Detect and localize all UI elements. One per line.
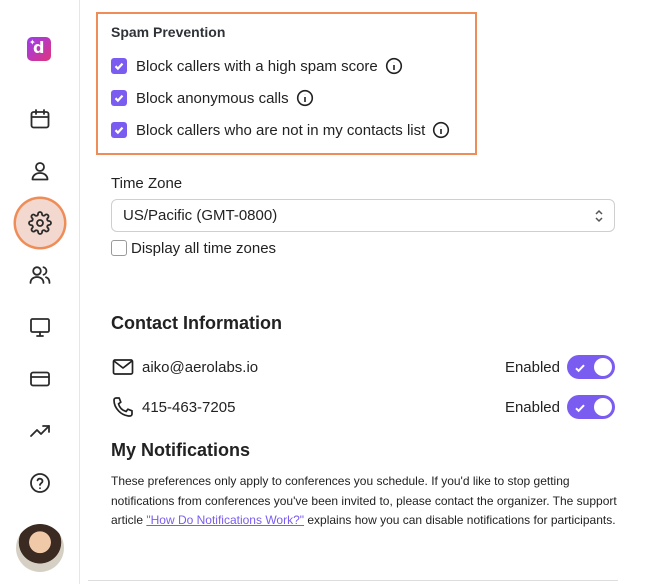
checkbox-checked[interactable] [111,122,127,138]
support-article-link[interactable]: "How Do Notifications Work?" [146,513,304,527]
mail-icon [111,355,135,379]
monitor-icon [30,318,50,337]
time-zone-select[interactable]: US/Pacific (GMT-0800) [111,199,615,232]
content-divider [88,580,618,584]
nav-profile[interactable] [16,147,64,195]
user-icon [31,162,49,181]
nav-settings[interactable] [16,199,64,247]
my-notifications-title: My Notifications [111,440,251,460]
contact-phone: 415-463-7205 [142,398,236,416]
notifications-description: These preferences only apply to conferen… [111,474,617,527]
sidebar: ✦ d [0,0,80,584]
app-logo[interactable]: ✦ d [27,37,51,61]
checkbox-checked[interactable] [111,58,127,74]
contact-phone-row: 415-463-7205 Enabled [111,393,615,421]
nav-calendar[interactable] [16,95,64,143]
trending-up-icon [30,425,50,437]
checkbox-checked[interactable] [111,90,127,106]
info-icon[interactable] [432,121,450,139]
check-icon [574,361,586,373]
user-avatar[interactable] [16,524,64,572]
contact-email: aiko@aerolabs.io [142,358,259,376]
spam-option-not-in-contacts[interactable]: Block callers who are not in my contacts… [111,121,450,139]
nav-devices[interactable] [16,303,64,351]
gear-icon [28,211,52,235]
nav-analytics[interactable] [16,407,64,455]
spam-option-high-score[interactable]: Block callers with a high spam score [111,57,403,75]
contact-email-row: aiko@aerolabs.io Enabled [111,353,615,381]
info-icon[interactable] [296,89,314,107]
time-zone-label: Time Zone [111,175,183,192]
phone-toggle[interactable] [567,395,615,419]
phone-icon [111,395,135,419]
help-icon [30,473,50,493]
settings-content: Spam Prevention Block callers with a hig… [80,0,650,584]
email-status: Enabled [504,358,560,376]
nav-help[interactable] [16,459,64,507]
time-zone-value: US/Pacific (GMT-0800) [123,207,278,224]
calendar-icon [30,109,50,129]
display-all-time-zones-checkbox[interactable] [111,240,127,256]
users-icon [29,266,51,284]
check-icon [574,401,586,413]
phone-status: Enabled [504,398,560,416]
info-icon[interactable] [385,57,403,75]
nav-team[interactable] [16,251,64,299]
contact-information-title: Contact Information [111,313,282,333]
email-toggle[interactable] [567,355,615,379]
credit-card-icon [30,371,50,387]
spam-option-anonymous[interactable]: Block anonymous calls [111,89,314,107]
chevron-up-down-icon [594,209,604,223]
nav-billing[interactable] [16,355,64,403]
display-all-time-zones-label[interactable]: Display all time zones [131,240,276,257]
spam-prevention-title: Spam Prevention [111,24,226,40]
